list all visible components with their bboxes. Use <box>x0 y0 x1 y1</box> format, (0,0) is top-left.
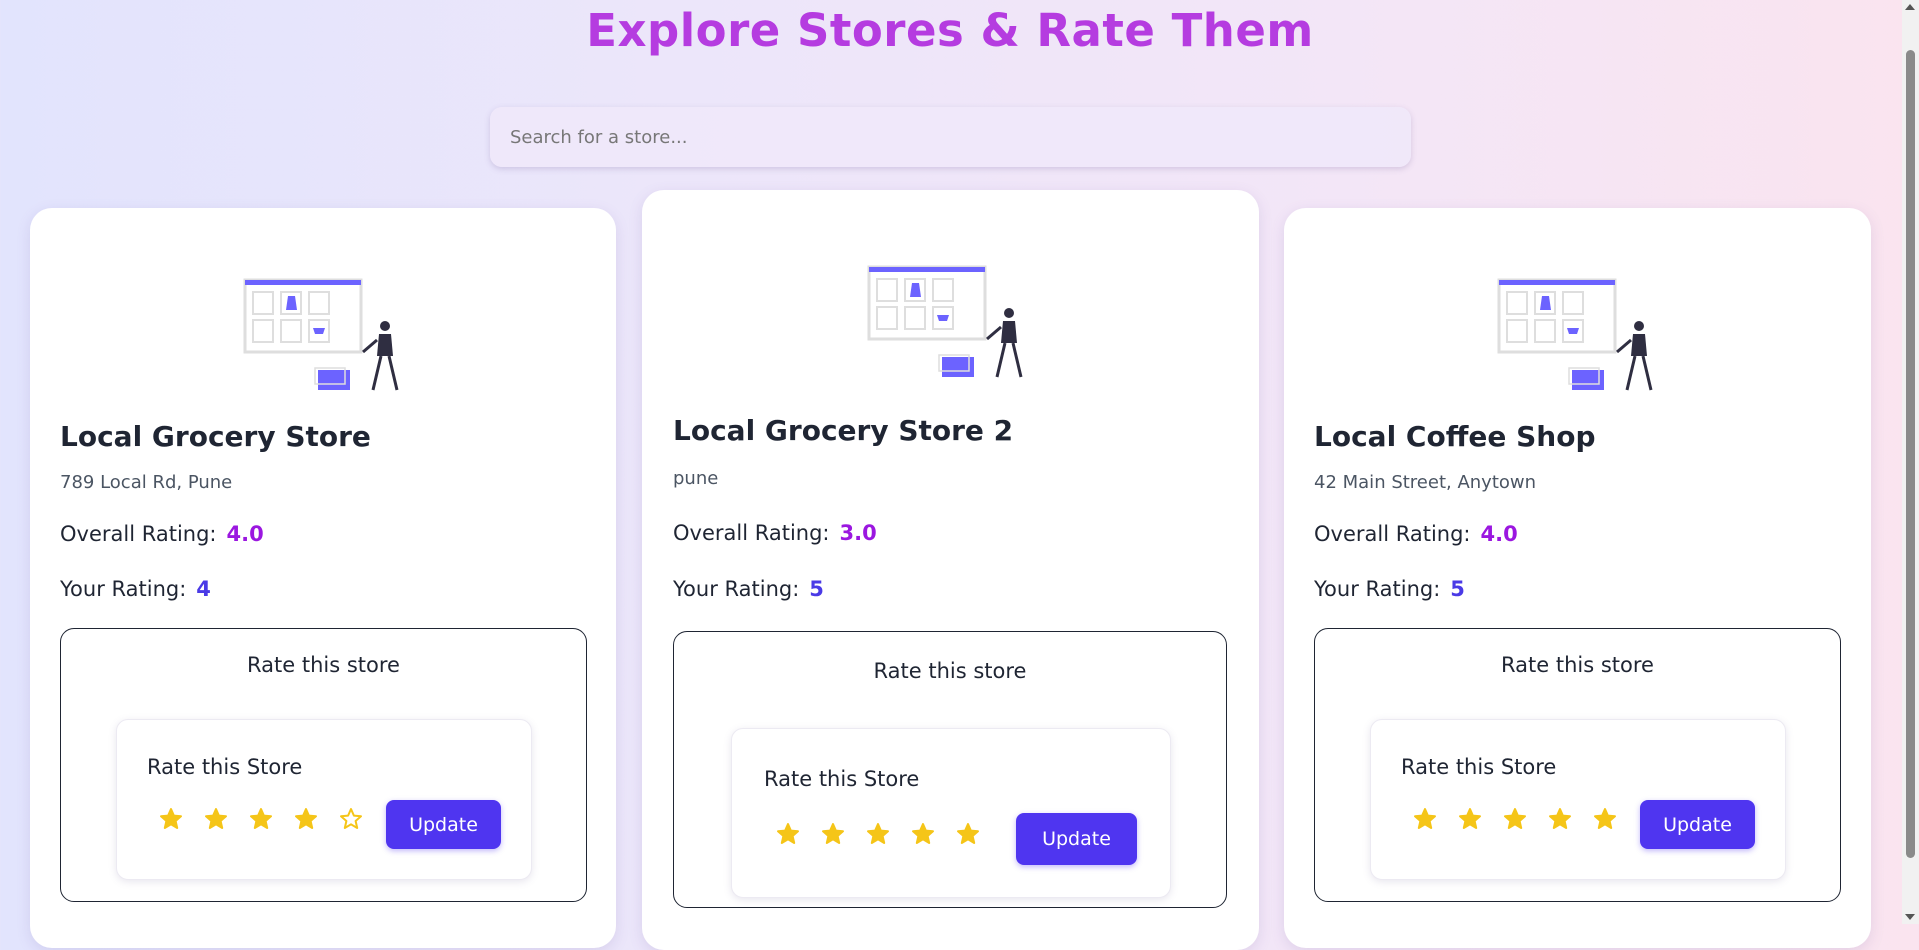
overall-rating-row: Overall Rating: 4.0 <box>60 522 264 546</box>
star-icon[interactable] <box>1413 807 1437 831</box>
store-card: Local Grocery Store 789 Local Rd, Pune O… <box>30 208 616 948</box>
store-address: 789 Local Rd, Pune <box>60 472 233 493</box>
star-icon[interactable] <box>911 822 935 846</box>
overall-rating-label: Overall Rating: <box>673 521 830 545</box>
overall-rating-label: Overall Rating: <box>1314 522 1471 546</box>
star-icon[interactable] <box>821 822 845 846</box>
rate-panel-title: Rate this Store <box>764 767 920 791</box>
your-rating-label: Your Rating: <box>60 577 187 601</box>
overall-rating-value: 3.0 <box>839 521 877 545</box>
store-shopping-illustration <box>1497 278 1653 391</box>
star-rating[interactable] <box>1413 807 1638 831</box>
your-rating-row: Your Rating: 4 <box>60 577 211 601</box>
star-icon[interactable] <box>204 807 228 831</box>
store-name: Local Coffee Shop <box>1314 420 1596 453</box>
rate-store-panel: Rate this Store Update <box>116 719 532 880</box>
star-icon[interactable] <box>294 807 318 831</box>
your-rating-value: 4 <box>196 577 211 601</box>
overall-rating-value: 4.0 <box>226 522 264 546</box>
update-button[interactable]: Update <box>1016 813 1137 865</box>
star-icon[interactable] <box>339 807 363 831</box>
store-address: pune <box>673 468 719 489</box>
star-icon[interactable] <box>1548 807 1572 831</box>
your-rating-row: Your Rating: 5 <box>673 577 824 601</box>
overall-rating-value: 4.0 <box>1480 522 1518 546</box>
your-rating-value: 5 <box>1450 577 1465 601</box>
rate-panel-title: Rate this Store <box>1401 755 1557 779</box>
star-icon[interactable] <box>776 822 800 846</box>
star-icon[interactable] <box>1503 807 1527 831</box>
rate-box-title: Rate this store <box>1501 653 1654 677</box>
rate-store-panel: Rate this Store Update <box>1370 719 1786 880</box>
star-icon[interactable] <box>866 822 890 846</box>
rate-store-panel: Rate this Store Update <box>731 728 1171 898</box>
star-rating[interactable] <box>776 822 1001 846</box>
star-icon[interactable] <box>249 807 273 831</box>
rate-box-title: Rate this store <box>247 653 400 677</box>
overall-rating-row: Overall Rating: 4.0 <box>1314 522 1518 546</box>
overall-rating-row: Overall Rating: 3.0 <box>673 521 877 545</box>
star-icon[interactable] <box>1593 807 1617 831</box>
star-icon[interactable] <box>1458 807 1482 831</box>
update-button[interactable]: Update <box>1640 800 1755 849</box>
store-shopping-illustration <box>243 278 399 391</box>
star-rating[interactable] <box>159 807 384 831</box>
star-icon[interactable] <box>956 822 980 846</box>
star-icon[interactable] <box>159 807 183 831</box>
rate-box-title: Rate this store <box>873 659 1027 683</box>
your-rating-label: Your Rating: <box>673 577 800 601</box>
overall-rating-label: Overall Rating: <box>60 522 217 546</box>
your-rating-value: 5 <box>809 577 824 601</box>
rate-store-box: Rate this store Rate this Store Update <box>673 631 1227 908</box>
scroll-thumb[interactable] <box>1906 50 1915 858</box>
store-search-input[interactable] <box>490 107 1411 167</box>
update-button[interactable]: Update <box>386 800 501 849</box>
rate-store-box: Rate this store Rate this Store Update <box>60 628 587 902</box>
scroll-up-arrow-icon[interactable] <box>1905 4 1915 10</box>
store-shopping-illustration <box>867 265 1023 378</box>
store-card: Local Grocery Store 2 pune Overall Ratin… <box>642 190 1259 950</box>
store-name: Local Grocery Store <box>60 420 371 453</box>
page-scrollbar[interactable] <box>1902 0 1919 924</box>
scroll-down-arrow-icon[interactable] <box>1905 914 1915 920</box>
store-address: 42 Main Street, Anytown <box>1314 472 1537 493</box>
your-rating-row: Your Rating: 5 <box>1314 577 1465 601</box>
rate-store-box: Rate this store Rate this Store Update <box>1314 628 1841 902</box>
page-title: Explore Stores & Rate Them <box>586 4 1314 57</box>
your-rating-label: Your Rating: <box>1314 577 1441 601</box>
rate-panel-title: Rate this Store <box>147 755 303 779</box>
store-name: Local Grocery Store 2 <box>673 414 1014 447</box>
store-card: Local Coffee Shop 42 Main Street, Anytow… <box>1284 208 1871 948</box>
